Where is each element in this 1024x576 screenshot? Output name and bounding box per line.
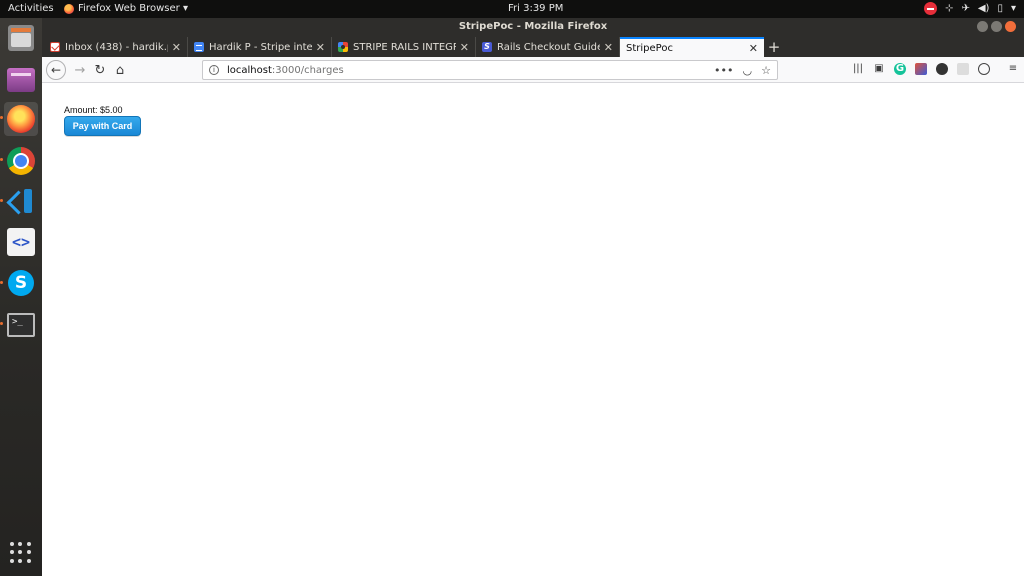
tab-label: Inbox (438) - hardik.puro <box>65 41 168 53</box>
reader-sidebar-icon[interactable]: ▣ <box>873 63 885 75</box>
tab-close-icon[interactable]: ✕ <box>749 42 758 55</box>
amount-label: Amount: $5.00 <box>64 105 123 115</box>
running-indicator <box>0 116 3 119</box>
window-title-bar[interactable]: StripePoc - Mozilla Firefox <box>42 18 1024 35</box>
app-menu-label: Firefox Web Browser ▾ <box>78 3 188 14</box>
do-not-disturb-icon[interactable] <box>924 2 938 15</box>
page-content: Amount: $5.00 Pay with Card <box>42 83 1024 576</box>
grammarly-icon[interactable]: G <box>894 63 906 75</box>
tab-label: Rails Checkout Guide | St <box>497 41 600 53</box>
navigation-bar: ← → ↻ ⌂ i localhost:3000/charges ••• ◡ ☆… <box>42 57 1024 83</box>
window-title: StripePoc - Mozilla Firefox <box>458 21 608 32</box>
tab-google-search[interactable]: STRIPE RAILS INTEGRATI ✕ <box>332 37 476 57</box>
tab-rails-checkout[interactable]: S Rails Checkout Guide | St ✕ <box>476 37 620 57</box>
back-button[interactable]: ← <box>46 60 66 80</box>
app-menu[interactable]: Firefox Web Browser ▾ <box>64 3 188 14</box>
activities-button[interactable]: Activities <box>8 3 54 14</box>
close-window-icon[interactable] <box>1005 21 1016 32</box>
launcher-code-editor[interactable]: <> <box>4 225 38 259</box>
stripe-icon: S <box>482 42 492 52</box>
system-tray[interactable]: ⊹ ✈ ◀) ▯ ▾ <box>924 2 1016 15</box>
reload-button[interactable]: ↻ <box>90 60 110 80</box>
tab-close-icon[interactable]: ✕ <box>172 41 181 54</box>
tab-label: STRIPE RAILS INTEGRATI <box>353 41 456 53</box>
running-indicator <box>0 199 3 202</box>
launcher-show-apps[interactable] <box>4 536 38 570</box>
clock[interactable]: Fri 3:39 PM <box>508 3 563 14</box>
back-arrow-icon: ← <box>50 63 62 77</box>
network-icon[interactable]: ⊹ <box>945 3 953 14</box>
app-grid-icon <box>10 542 32 564</box>
volume-icon[interactable]: ◀) <box>978 3 990 14</box>
home-icon: ⌂ <box>115 62 125 78</box>
tab-label: StripePoc <box>626 42 673 54</box>
new-tab-button[interactable]: + <box>764 37 784 57</box>
forward-button[interactable]: → <box>70 60 90 80</box>
minimize-icon[interactable] <box>977 21 988 32</box>
pocket-icon[interactable]: ◡ <box>743 64 753 77</box>
tab-strip: Inbox (438) - hardik.puro ✕ Hardik P - S… <box>42 35 1024 57</box>
toolbar-icons: ||| ▣ G ≡ <box>852 63 1019 75</box>
page-actions-icon[interactable]: ••• <box>714 64 733 77</box>
tab-close-icon[interactable]: ✕ <box>604 41 613 54</box>
firefox-icon <box>64 3 74 14</box>
launcher-chrome[interactable] <box>4 144 38 178</box>
app-window-icon <box>7 68 35 92</box>
account-icon[interactable] <box>978 63 990 75</box>
launcher-app-purple[interactable] <box>4 63 38 97</box>
site-info-icon[interactable]: i <box>209 65 219 75</box>
firefox-icon <box>7 105 35 133</box>
url-host: localhost <box>227 64 272 76</box>
url-path: :3000/charges <box>271 64 344 76</box>
library-icon[interactable]: ||| <box>852 63 864 75</box>
launcher-skype[interactable]: S <box>4 266 38 300</box>
launcher-vscode[interactable] <box>4 184 38 218</box>
chrome-icon <box>7 147 35 175</box>
tab-label: Hardik P - Stripe integrat <box>209 41 312 53</box>
dark-mode-extension-icon[interactable] <box>936 63 948 75</box>
system-menu-chevron-icon[interactable]: ▾ <box>1011 3 1016 14</box>
bookmark-star-icon[interactable]: ☆ <box>761 64 771 77</box>
hamburger-menu-icon[interactable]: ≡ <box>1007 63 1019 75</box>
gmail-icon <box>50 42 60 52</box>
airplane-icon[interactable]: ✈ <box>961 3 969 14</box>
system-top-bar: Activities Firefox Web Browser ▾ Fri 3:3… <box>0 0 1024 18</box>
window-controls <box>977 21 1016 32</box>
skype-icon: S <box>8 270 34 296</box>
extension-placeholder-icon[interactable] <box>957 63 969 75</box>
docs-icon <box>194 42 204 52</box>
code-brackets-icon: <> <box>7 228 35 256</box>
extension-icon[interactable] <box>915 63 927 75</box>
vscode-icon <box>8 188 34 214</box>
tab-close-icon[interactable]: ✕ <box>316 41 325 54</box>
reload-icon: ↻ <box>94 62 106 78</box>
url-bar[interactable]: i localhost:3000/charges ••• ◡ ☆ <box>202 60 778 80</box>
pay-with-card-button[interactable]: Pay with Card <box>64 116 141 136</box>
files-icon <box>8 25 34 51</box>
terminal-icon: >_ <box>7 313 35 337</box>
battery-icon[interactable]: ▯ <box>997 3 1003 14</box>
forward-arrow-icon: → <box>74 62 86 78</box>
tab-stripe-doc[interactable]: Hardik P - Stripe integrat ✕ <box>188 37 332 57</box>
home-button[interactable]: ⌂ <box>110 60 130 80</box>
app-launcher: <> S >_ <box>0 18 42 576</box>
tab-stripepoc[interactable]: StripePoc ✕ <box>620 37 764 57</box>
running-indicator <box>0 281 3 284</box>
tab-inbox[interactable]: Inbox (438) - hardik.puro ✕ <box>44 37 188 57</box>
running-indicator <box>0 322 3 325</box>
tab-close-icon[interactable]: ✕ <box>460 41 469 54</box>
google-icon <box>338 42 348 52</box>
launcher-firefox[interactable] <box>4 102 38 136</box>
maximize-icon[interactable] <box>991 21 1002 32</box>
running-indicator <box>0 158 3 161</box>
launcher-terminal[interactable]: >_ <box>4 308 38 342</box>
launcher-files[interactable] <box>4 21 38 55</box>
